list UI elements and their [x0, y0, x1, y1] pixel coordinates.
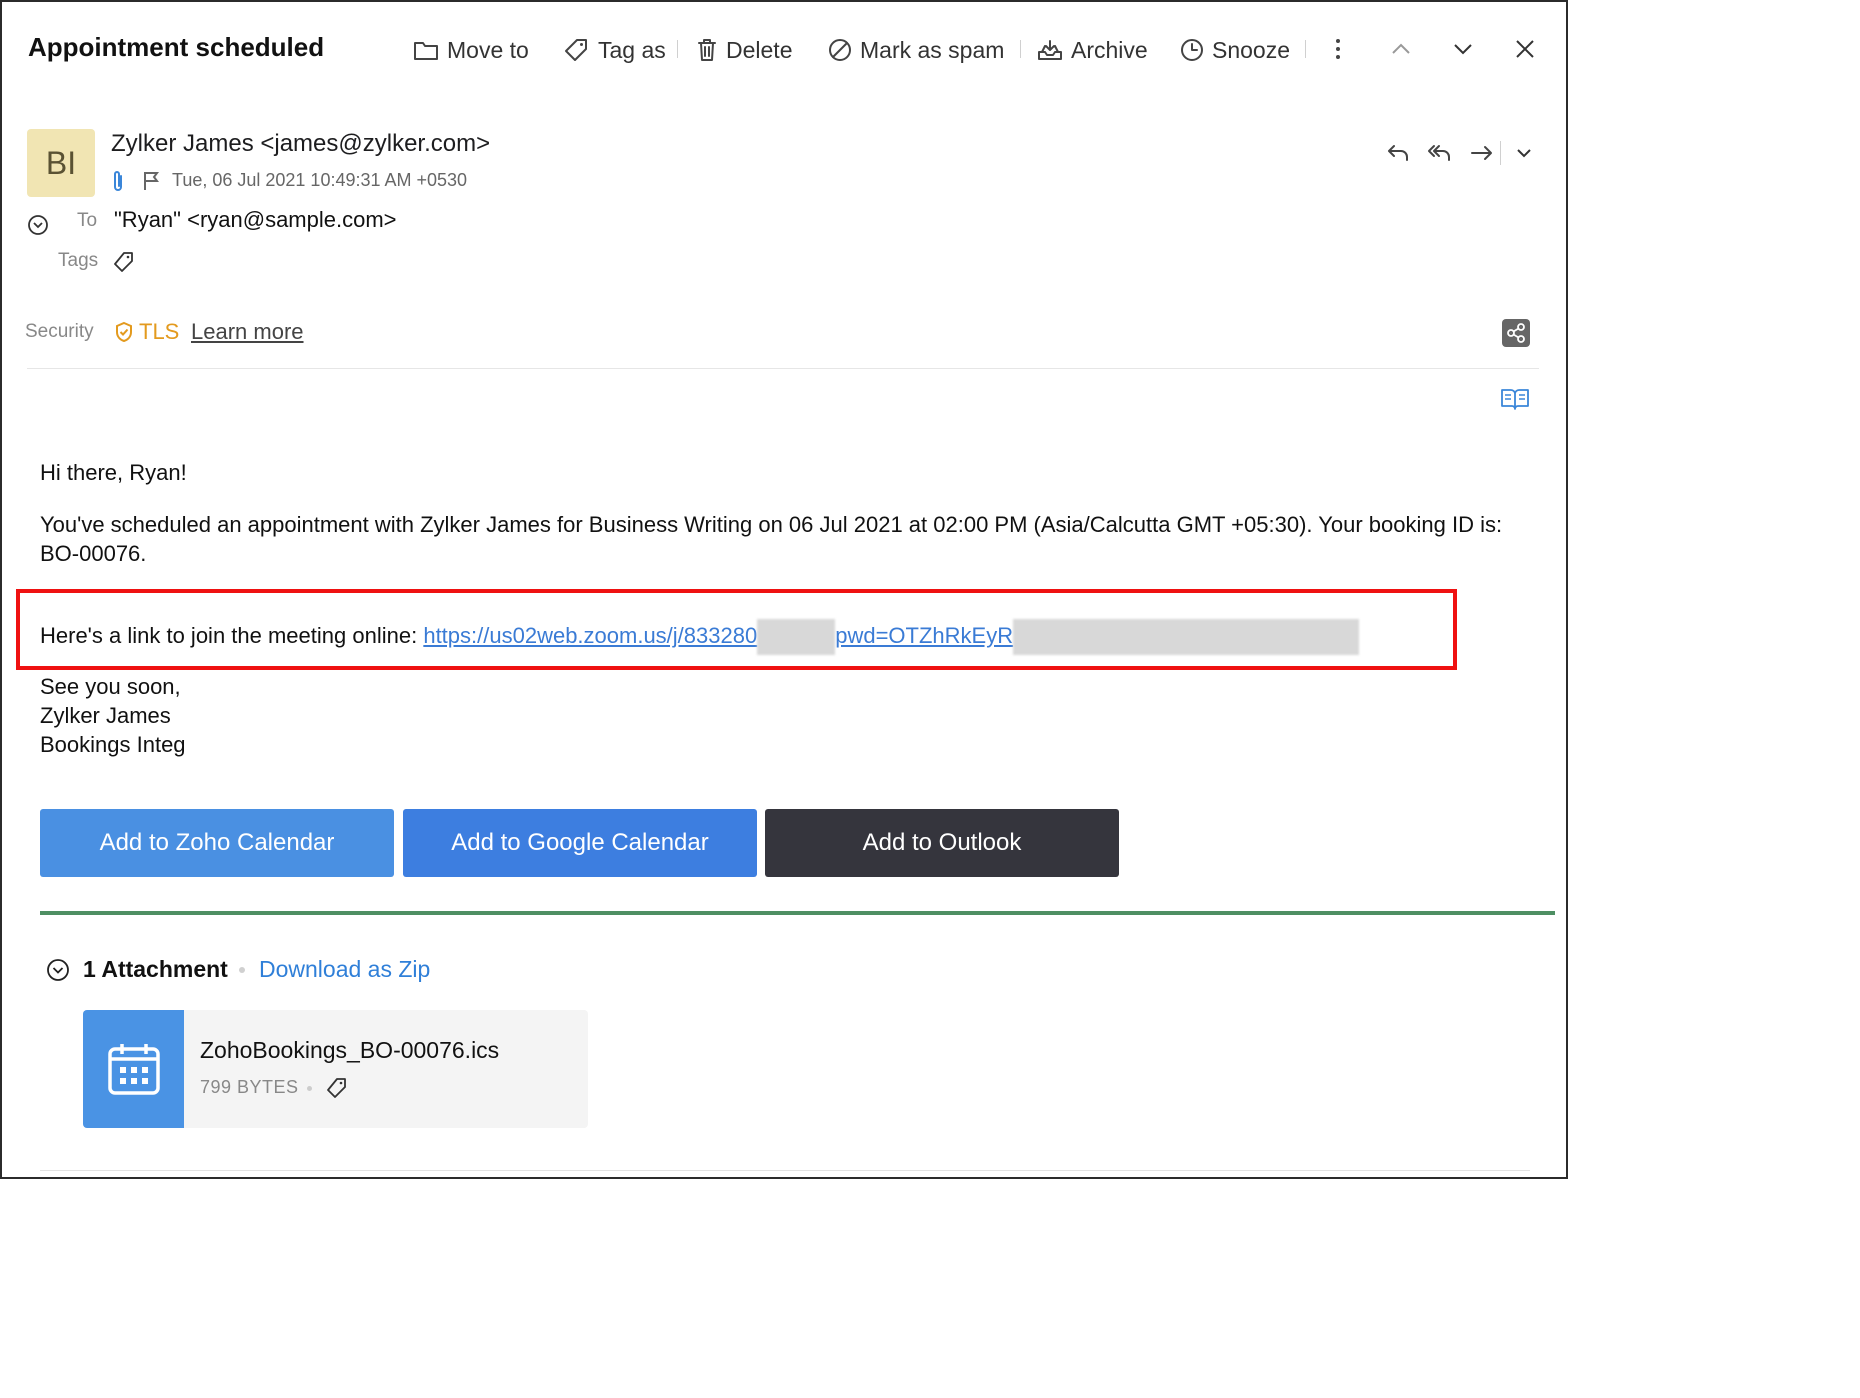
- tag-as-button[interactable]: Tag as: [564, 34, 666, 66]
- attachments-divider: [40, 911, 1555, 915]
- tls-badge: TLS: [139, 319, 180, 344]
- meeting-link-line: Here's a link to join the meeting online…: [40, 619, 1360, 655]
- reply-icon[interactable]: [1386, 141, 1410, 165]
- more-icon[interactable]: [1328, 37, 1348, 61]
- recipient-address[interactable]: "Ryan" <ryan@sample.com>: [114, 207, 397, 233]
- reply-options-chevron-icon[interactable]: [1514, 142, 1534, 164]
- tag-as-label: Tag as: [598, 36, 666, 63]
- footer-divider: [40, 1170, 1530, 1171]
- security-label: Security: [25, 321, 94, 342]
- signature-org: Bookings Integ: [40, 732, 186, 757]
- move-to-button[interactable]: Move to: [413, 34, 529, 66]
- meeting-link[interactable]: https://us02web.zoom.us/j/833280 pwd=OTZh…: [423, 619, 1360, 655]
- appointment-paragraph: You've scheduled an appointment with Zyl…: [40, 512, 1503, 566]
- chevron-down-icon[interactable]: [1451, 38, 1475, 60]
- redacted-block: [757, 619, 836, 655]
- add-to-outlook-button[interactable]: Add to Outlook: [765, 809, 1119, 877]
- mark-as-spam-button[interactable]: Mark as spam: [828, 34, 1004, 66]
- share-icon[interactable]: [1502, 319, 1530, 347]
- meeting-link-part1: https://us02web.zoom.us/j/833280: [423, 622, 758, 648]
- toolbar-divider: [1305, 40, 1306, 58]
- trash-icon: [696, 38, 718, 62]
- learn-more-link[interactable]: Learn more: [191, 319, 304, 345]
- delete-button[interactable]: Delete: [696, 34, 792, 66]
- archive-icon: [1037, 38, 1063, 62]
- move-to-label: Move to: [447, 36, 529, 63]
- attachment-file-name[interactable]: ZohoBookings_BO-00076.ics: [200, 1037, 499, 1064]
- archive-label: Archive: [1071, 36, 1148, 63]
- calendar-icon: [83, 1010, 184, 1128]
- chevron-up-icon[interactable]: [1389, 38, 1413, 60]
- link-intro: Here's a link to join the meeting online…: [40, 622, 418, 648]
- greeting: Hi there, Ryan!: [40, 460, 187, 485]
- email-subject: Appointment scheduled: [28, 32, 325, 62]
- mark-as-spam-label: Mark as spam: [860, 36, 1005, 63]
- toolbar-divider: [677, 40, 678, 58]
- tag-icon: [564, 38, 590, 62]
- folder-icon: [413, 38, 439, 62]
- attachment-count: 1 Attachment: [83, 956, 228, 982]
- expand-icon[interactable]: [27, 214, 49, 236]
- attachment-file-size: 799 BYTES: [200, 1077, 299, 1097]
- snooze-button[interactable]: Snooze: [1180, 34, 1290, 66]
- attachment-clip-icon: [110, 170, 126, 194]
- signature-name: Zylker James: [40, 703, 171, 728]
- collapse-attachments-icon[interactable]: [46, 958, 70, 982]
- sender-address[interactable]: Zylker James <james@zylker.com>: [111, 130, 490, 158]
- snooze-label: Snooze: [1212, 36, 1291, 63]
- reading-mode-icon[interactable]: [1500, 386, 1530, 412]
- header-divider: [27, 368, 1539, 369]
- add-to-google-calendar-button[interactable]: Add to Google Calendar: [403, 809, 757, 877]
- redacted-block: [1013, 619, 1360, 655]
- shield-icon: [114, 321, 134, 343]
- reply-all-icon[interactable]: [1426, 141, 1452, 165]
- dot-separator: [239, 967, 245, 973]
- toolbar-divider: [1020, 40, 1021, 58]
- tag-attachment-icon[interactable]: [326, 1077, 348, 1099]
- close-icon[interactable]: [1514, 38, 1536, 60]
- avatar: BI: [27, 129, 95, 197]
- spam-icon: [828, 38, 852, 62]
- email-date: Tue, 06 Jul 2021 10:49:31 AM +0530: [172, 170, 468, 190]
- signoff: See you soon,: [40, 674, 181, 699]
- flag-icon[interactable]: [142, 170, 160, 192]
- clock-icon: [1180, 38, 1204, 62]
- to-label: To: [77, 210, 98, 231]
- dot-separator: [307, 1086, 312, 1091]
- add-tag-icon[interactable]: [113, 251, 135, 273]
- tags-label: Tags: [58, 250, 99, 271]
- archive-button[interactable]: Archive: [1037, 34, 1148, 66]
- delete-label: Delete: [726, 36, 793, 63]
- add-to-zoho-calendar-button[interactable]: Add to Zoho Calendar: [40, 809, 394, 877]
- forward-icon[interactable]: [1469, 141, 1495, 165]
- reply-divider: [1500, 141, 1501, 165]
- meeting-link-part2: pwd=OTZhRkEyR: [835, 622, 1014, 648]
- download-zip-link[interactable]: Download as Zip: [259, 956, 430, 983]
